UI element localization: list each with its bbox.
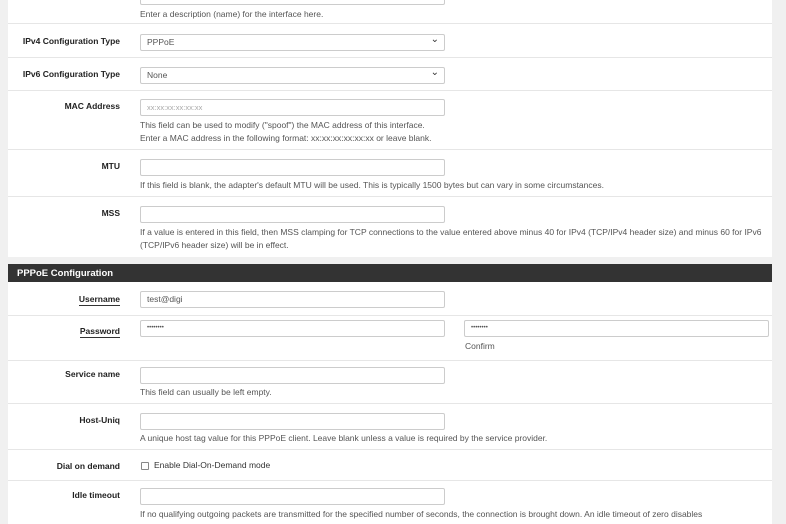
idle-input[interactable] <box>140 488 445 505</box>
idle-label: Idle timeout <box>72 490 120 500</box>
hostuniq-input[interactable] <box>140 413 445 430</box>
username-input[interactable]: test@digi <box>140 291 445 308</box>
ipv6-select[interactable]: None <box>140 65 445 84</box>
pppoe-panel: Username test@digi Password •••••••• •••… <box>8 282 772 524</box>
mtu-row: MTU If this field is blank, the adapter'… <box>8 150 772 197</box>
mac-help-line1: This field can be used to modify ("spoof… <box>140 120 425 130</box>
mac-label: MAC Address <box>64 101 120 111</box>
hostuniq-label: Host-Uniq <box>79 415 120 425</box>
service-label: Service name <box>65 369 120 379</box>
password-row: Password •••••••• •••••••• Confirm <box>8 316 772 361</box>
description-input[interactable] <box>140 0 445 5</box>
mss-row: MSS If a value is entered in this field,… <box>8 197 772 257</box>
dial-on-demand-checkbox[interactable] <box>141 462 149 470</box>
service-row: Service name This field can usually be l… <box>8 361 772 404</box>
username-label: Username <box>78 294 120 306</box>
dial-checkbox-label[interactable]: Enable Dial-On-Demand mode <box>154 459 354 472</box>
ipv4-select[interactable]: PPPoE <box>140 32 445 51</box>
hostuniq-row: Host-Uniq A unique host tag value for th… <box>8 404 772 450</box>
mac-help: This field can be used to modify ("spoof… <box>140 119 765 145</box>
mss-input[interactable] <box>140 206 445 223</box>
idle-help: If no qualifying outgoing packets are tr… <box>140 509 703 519</box>
description-row: Enter a description (name) for the inter… <box>8 0 772 24</box>
idle-row: Idle timeout If no qualifying outgoing p… <box>8 481 772 524</box>
mtu-help: If this field is blank, the adapter's de… <box>140 180 604 190</box>
dial-row: Dial on demand Enable Dial-On-Demand mod… <box>8 450 772 481</box>
mac-input[interactable]: xx:xx:xx:xx:xx:xx <box>140 99 445 116</box>
password-confirm-input[interactable]: •••••••• <box>464 320 769 337</box>
mss-help: If a value is entered in this field, the… <box>140 227 762 250</box>
mss-label: MSS <box>101 208 120 218</box>
service-help: This field can usually be left empty. <box>140 387 272 397</box>
confirm-label: Confirm <box>465 341 495 351</box>
hostuniq-help: A unique host tag value for this PPPoE c… <box>140 433 548 443</box>
mac-row: MAC Address xx:xx:xx:xx:xx:xx This field… <box>8 91 772 150</box>
service-input[interactable] <box>140 367 445 384</box>
interface-panel: Enter a description (name) for the inter… <box>8 0 772 257</box>
mtu-input[interactable] <box>140 159 445 176</box>
dial-label: Dial on demand <box>56 461 120 471</box>
ipv6-label: IPv6 Configuration Type <box>22 69 120 79</box>
ipv6-row: IPv6 Configuration Type None <box>8 58 772 91</box>
mac-help-line2: Enter a MAC address in the following for… <box>140 133 432 143</box>
ipv4-row: IPv4 Configuration Type PPPoE <box>8 24 772 58</box>
ipv4-label: IPv4 Configuration Type <box>22 36 120 46</box>
description-help: Enter a description (name) for the inter… <box>140 9 324 19</box>
mtu-label: MTU <box>101 161 120 171</box>
username-row: Username test@digi <box>8 282 772 316</box>
pppoe-section-header: PPPoE Configuration <box>8 264 772 282</box>
password-label: Password <box>79 326 120 338</box>
password-input[interactable]: •••••••• <box>140 320 445 337</box>
